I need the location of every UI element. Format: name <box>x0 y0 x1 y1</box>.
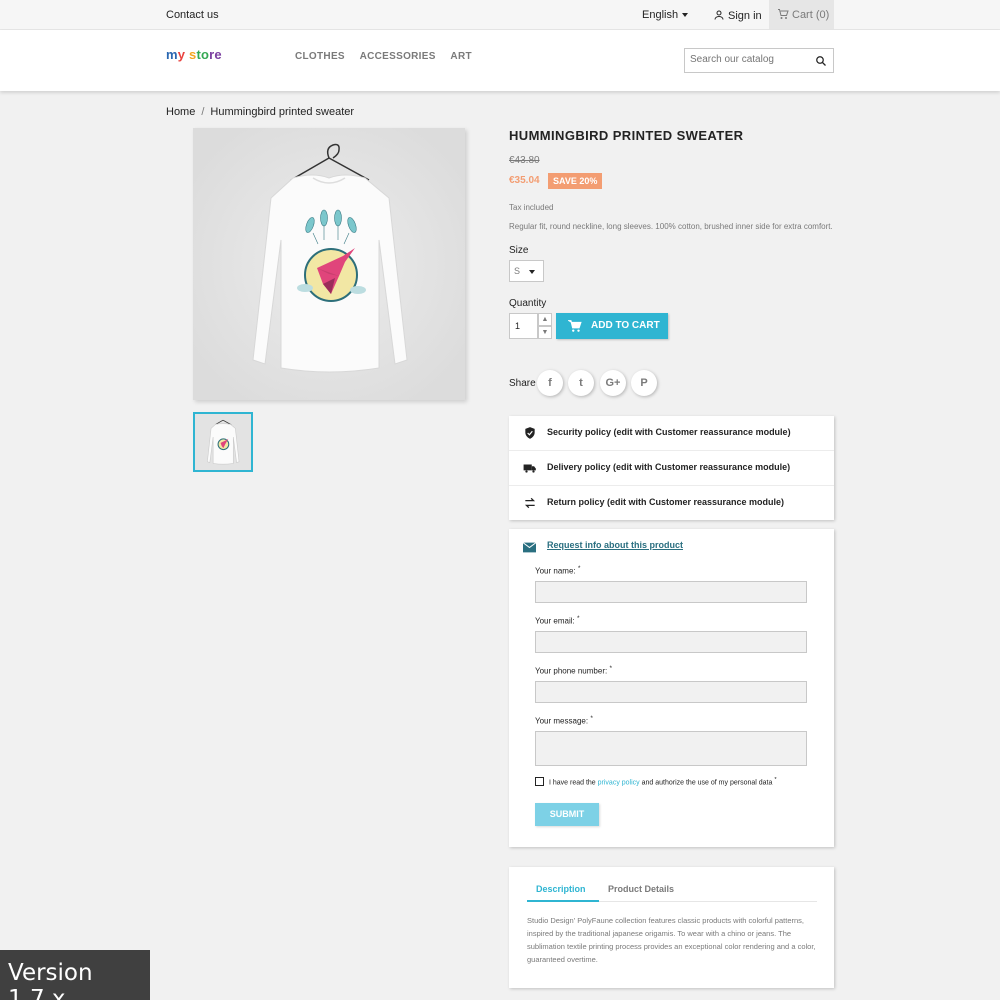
site-header: my store CLOTHES ACCESSORIES ART <box>0 30 1000 91</box>
discount-badge: SAVE 20% <box>548 173 603 189</box>
caret-down-icon <box>529 270 535 274</box>
breadcrumb-current[interactable]: Hummingbird printed sweater <box>210 106 354 118</box>
twitter-share-button[interactable]: t <box>568 370 594 396</box>
shield-icon <box>525 427 535 439</box>
nav-clothes[interactable]: CLOTHES <box>295 51 345 62</box>
breadcrumb: Home / Hummingbird printed sweater <box>166 106 354 118</box>
request-info-link[interactable]: Request info about this product <box>547 540 683 550</box>
nav-art[interactable]: ART <box>450 51 471 62</box>
google-plus-icon: G+ <box>605 377 621 389</box>
search-input[interactable] <box>690 54 810 65</box>
email-label: Your email: * <box>535 615 580 626</box>
product-thumbnail[interactable] <box>193 412 253 472</box>
sign-in-label: Sign in <box>728 10 762 22</box>
product-tabs: Description Product Details Studio Desig… <box>509 867 834 988</box>
privacy-policy-link[interactable]: privacy policy <box>598 779 640 786</box>
sweater-thumbnail-illustration <box>195 414 251 470</box>
google-plus-share-button[interactable]: G+ <box>600 370 626 396</box>
size-value: S <box>514 266 521 276</box>
shopping-cart-icon <box>568 320 582 332</box>
search-box <box>684 48 834 73</box>
facebook-icon: f <box>548 377 552 389</box>
phone-field[interactable] <box>535 681 807 703</box>
language-selector[interactable]: English <box>642 9 689 21</box>
pinterest-share-button[interactable]: P <box>631 370 657 396</box>
quantity-label: Quantity <box>509 298 547 309</box>
nav-accessories[interactable]: ACCESSORIES <box>360 51 436 62</box>
size-label: Size <box>509 245 529 256</box>
name-label: Your name: * <box>535 565 581 576</box>
regular-price: €43.80 <box>509 155 540 166</box>
search-icon[interactable] <box>815 55 827 67</box>
language-label: English <box>642 9 679 21</box>
add-to-cart-button[interactable]: ADD TO CART <box>556 313 668 339</box>
version-badge: Version 1.7.x <box>0 950 150 1000</box>
top-bar: Contact us English Sign in Cart (0) <box>0 0 1000 30</box>
swap-icon <box>524 497 536 509</box>
product-main-image[interactable] <box>193 128 465 400</box>
contact-us-link[interactable]: Contact us <box>166 9 219 21</box>
phone-label: Your phone number: * <box>535 665 613 676</box>
caret-down-icon <box>682 13 689 18</box>
request-info-form: Request info about this product Your nam… <box>509 529 834 847</box>
name-field[interactable] <box>535 581 807 603</box>
reassurance-label: Return policy (edit with Customer reassu… <box>547 497 785 507</box>
tab-description[interactable]: Description <box>536 884 586 894</box>
envelope-icon <box>523 542 536 553</box>
pinterest-icon: P <box>640 377 648 389</box>
description-text: Studio Design' PolyFaune collection feat… <box>527 916 816 964</box>
breadcrumb-home[interactable]: Home <box>166 106 195 118</box>
reassurance-label: Security policy (edit with Customer reas… <box>547 427 791 437</box>
consent-text: I have read the privacy policy and autho… <box>549 777 777 787</box>
message-label: Your message: * <box>535 715 593 726</box>
breadcrumb-separator: / <box>201 106 205 118</box>
product-title: HUMMINGBIRD PRINTED SWEATER <box>509 128 744 143</box>
current-price: €35.04 <box>509 175 540 186</box>
quantity-increase-button[interactable]: ▲ <box>538 313 552 326</box>
reassurance-item-security: Security policy (edit with Customer reas… <box>509 416 834 451</box>
store-logo[interactable]: my store <box>166 47 222 62</box>
add-to-cart-label: ADD TO CART <box>591 320 660 331</box>
main-nav: CLOTHES ACCESSORIES ART <box>295 51 484 62</box>
reassurance-item-return: Return policy (edit with Customer reassu… <box>509 486 834 521</box>
message-field[interactable] <box>535 731 807 766</box>
sweater-illustration <box>193 128 465 400</box>
cart-button[interactable]: Cart (0) <box>769 0 834 30</box>
submit-button[interactable]: SUBMIT <box>535 803 599 826</box>
quantity-input[interactable]: 1 <box>509 313 538 339</box>
share-label: Share <box>509 378 536 389</box>
cart-label: Cart (0) <box>792 9 830 21</box>
reassurance-label: Delivery policy (edit with Customer reas… <box>547 462 791 472</box>
email-field[interactable] <box>535 631 807 653</box>
size-select[interactable]: S <box>509 260 544 282</box>
active-tab-indicator <box>527 900 599 902</box>
quantity-decrease-button[interactable]: ▼ <box>538 326 552 339</box>
tab-product-details[interactable]: Product Details <box>608 884 674 894</box>
short-description: Regular fit, round neckline, long sleeve… <box>509 222 833 231</box>
truck-icon <box>523 464 536 473</box>
facebook-share-button[interactable]: f <box>537 370 563 396</box>
sign-in-link[interactable]: Sign in <box>713 9 762 22</box>
shopping-cart-icon <box>778 9 789 19</box>
user-icon <box>714 10 724 20</box>
reassurance-block: Security policy (edit with Customer reas… <box>509 416 834 520</box>
reassurance-item-delivery: Delivery policy (edit with Customer reas… <box>509 451 834 486</box>
consent-checkbox[interactable] <box>535 777 544 786</box>
tax-label: Tax included <box>509 203 554 212</box>
twitter-icon: t <box>579 377 583 389</box>
